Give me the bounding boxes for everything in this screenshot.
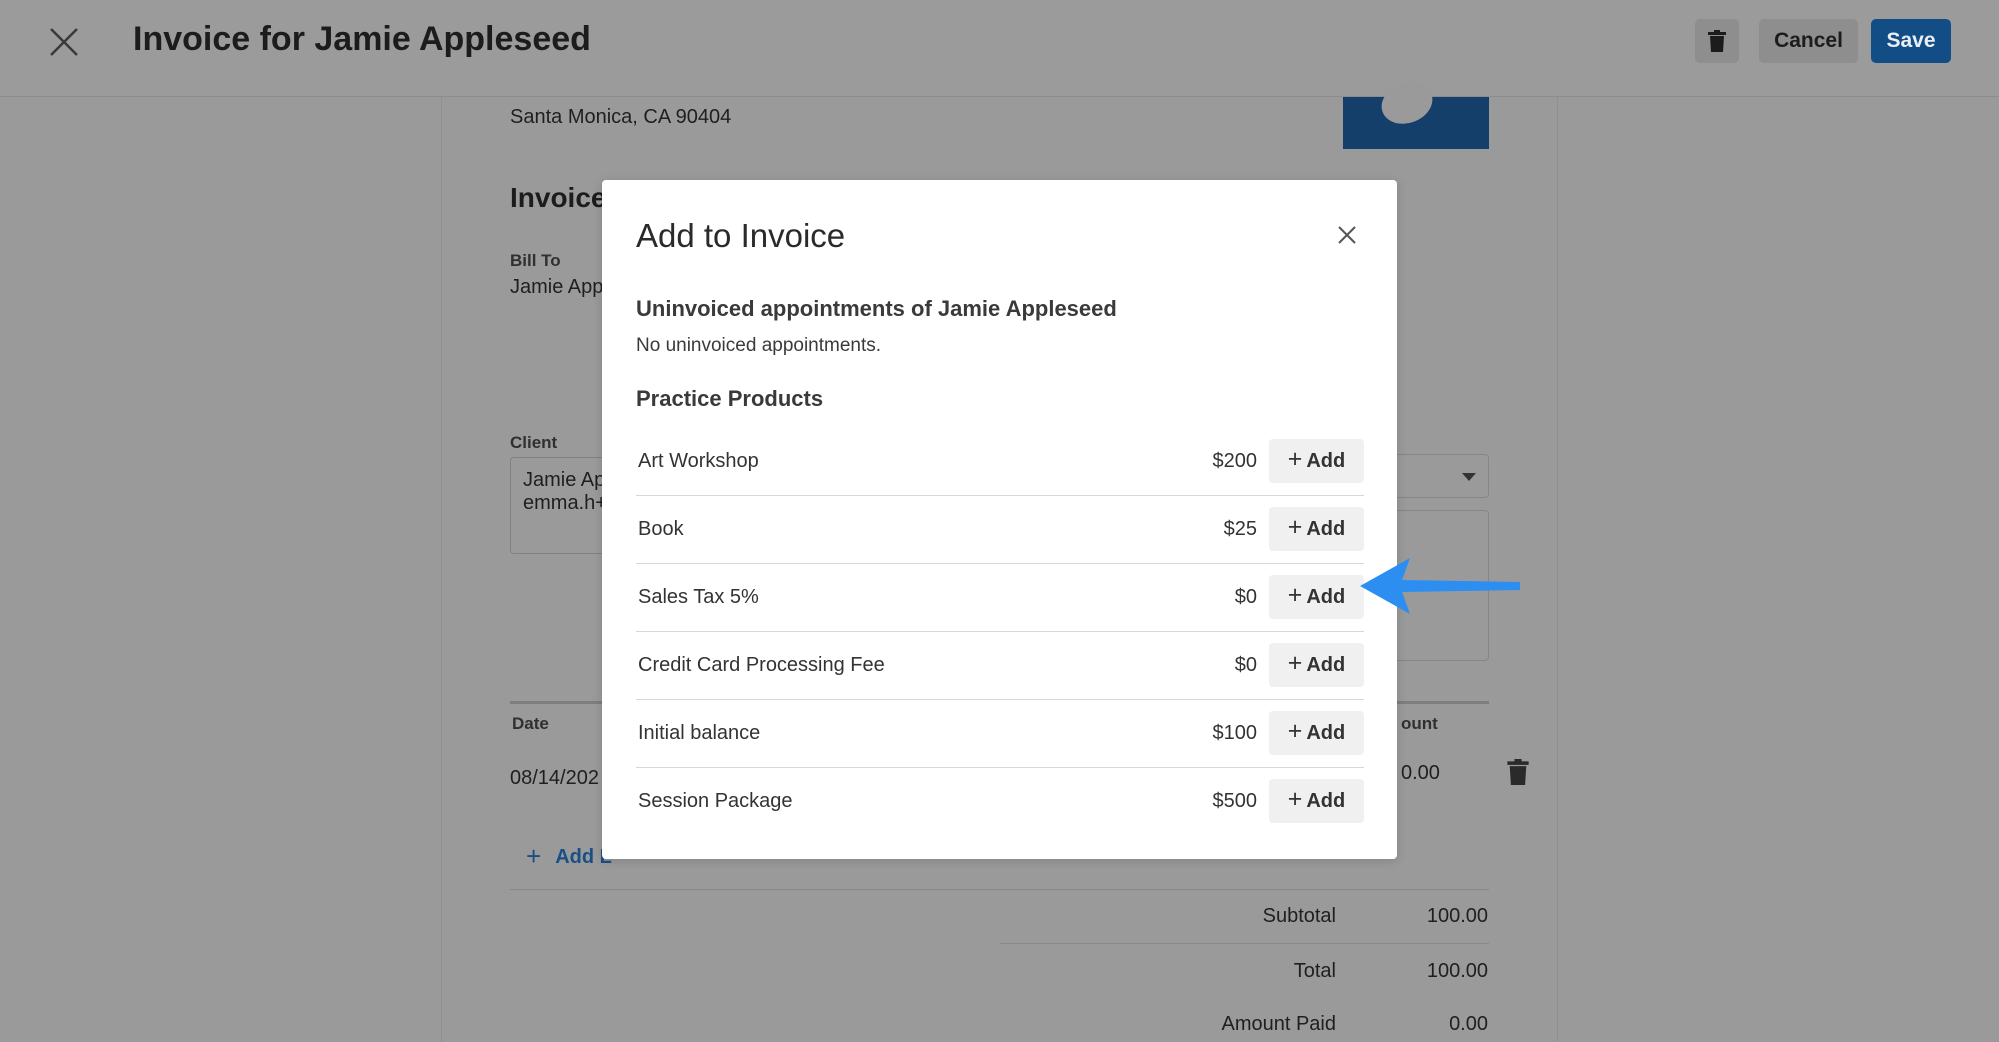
list-item: Sales Tax 5% $0 + Add (636, 564, 1364, 632)
list-item: Credit Card Processing Fee $0 + Add (636, 632, 1364, 700)
add-line-item-link[interactable]: + Add L (526, 841, 612, 872)
save-button[interactable]: Save (1871, 19, 1951, 63)
practice-address: Santa Monica, CA 90404 (510, 106, 732, 128)
page-title: Invoice for Jamie Appleseed (133, 20, 591, 58)
close-icon[interactable] (44, 22, 84, 62)
delete-invoice-button[interactable] (1695, 19, 1739, 63)
list-item: Art Workshop $200 + Add (636, 428, 1364, 496)
amount-paid-label: Amount Paid (1221, 1013, 1336, 1035)
product-name: Sales Tax 5% (638, 586, 759, 608)
add-button[interactable]: + Add (1269, 643, 1364, 687)
product-price: $500 (1212, 790, 1258, 812)
add-button[interactable]: + Add (1269, 711, 1364, 755)
date-column-header: Date (512, 714, 549, 733)
trash-icon (1708, 30, 1726, 52)
list-item: Book $25 + Add (636, 496, 1364, 564)
row-date: 08/14/202 (510, 767, 599, 789)
practice-logo (1343, 75, 1489, 149)
subtotal-label: Subtotal (1262, 905, 1336, 927)
client-label: Client (510, 433, 558, 452)
add-button[interactable]: + Add (1269, 507, 1364, 551)
bill-to-label: Bill To (510, 251, 561, 270)
plus-icon: + (1287, 649, 1303, 677)
product-name: Book (638, 518, 684, 540)
bill-to-value: Jamie App (510, 276, 604, 298)
add-label: Add (1306, 449, 1346, 472)
client-email: emma.h+ (523, 492, 607, 514)
product-price: $100 (1212, 722, 1258, 744)
add-label: Add (1306, 789, 1346, 812)
top-bar: Invoice for Jamie Appleseed Cancel Save (0, 0, 1999, 97)
products-heading: Practice Products (636, 386, 824, 411)
subtotal-value: 100.00 (1426, 905, 1488, 927)
cancel-button[interactable]: Cancel (1759, 19, 1858, 63)
add-button[interactable]: + Add (1269, 779, 1364, 823)
add-label: Add (1306, 653, 1346, 676)
invoice-heading: Invoice (510, 182, 607, 213)
add-label: Add (1306, 517, 1346, 540)
product-price: $25 (1223, 518, 1257, 540)
modal-title: Add to Invoice (636, 217, 846, 254)
amount-paid-value: 0.00 (1449, 1013, 1488, 1035)
plus-icon: + (1287, 445, 1303, 473)
client-name: Jamie Ap (523, 469, 606, 491)
add-button[interactable]: + Add (1269, 439, 1364, 483)
close-icon[interactable] (1335, 223, 1359, 247)
pointer-arrow-icon (1360, 558, 1520, 614)
total-label: Total (1293, 960, 1336, 982)
total-value: 100.00 (1426, 960, 1488, 982)
client-field[interactable]: Jamie Ap emma.h+ (510, 457, 610, 554)
amount-column-header: ount (1401, 714, 1438, 733)
product-price: $200 (1212, 450, 1258, 472)
row-amount: 0.00 (1401, 762, 1440, 784)
list-item: Initial balance $100 + Add (636, 700, 1364, 768)
trash-icon[interactable] (1507, 759, 1529, 785)
list-item: Session Package $500 + Add (636, 768, 1364, 836)
product-name: Session Package (638, 790, 793, 812)
plus-icon: + (1287, 785, 1303, 813)
add-label: Add (1306, 585, 1346, 608)
product-name: Art Workshop (638, 450, 759, 472)
add-label: Add (1306, 721, 1346, 744)
uninvoiced-text: No uninvoiced appointments. (636, 335, 882, 356)
product-name: Credit Card Processing Fee (638, 654, 885, 676)
dropdown-select[interactable] (1395, 454, 1489, 498)
divider (510, 889, 1489, 890)
product-name: Initial balance (638, 722, 761, 744)
divider (1000, 943, 1489, 944)
product-price: $0 (1234, 586, 1257, 608)
product-price: $0 (1234, 654, 1257, 676)
uninvoiced-heading: Uninvoiced appointments of Jamie Applese… (636, 296, 1117, 321)
add-to-invoice-modal: Add to Invoice Uninvoiced appointments o… (602, 180, 1397, 859)
plus-icon: + (1287, 581, 1303, 609)
plus-icon: + (1287, 717, 1303, 745)
product-list: Art Workshop $200 + Add Book $25 + Add Sal… (636, 428, 1364, 836)
plus-icon: + (1287, 513, 1303, 541)
plus-icon: + (526, 841, 542, 871)
add-button[interactable]: + Add (1269, 575, 1364, 619)
